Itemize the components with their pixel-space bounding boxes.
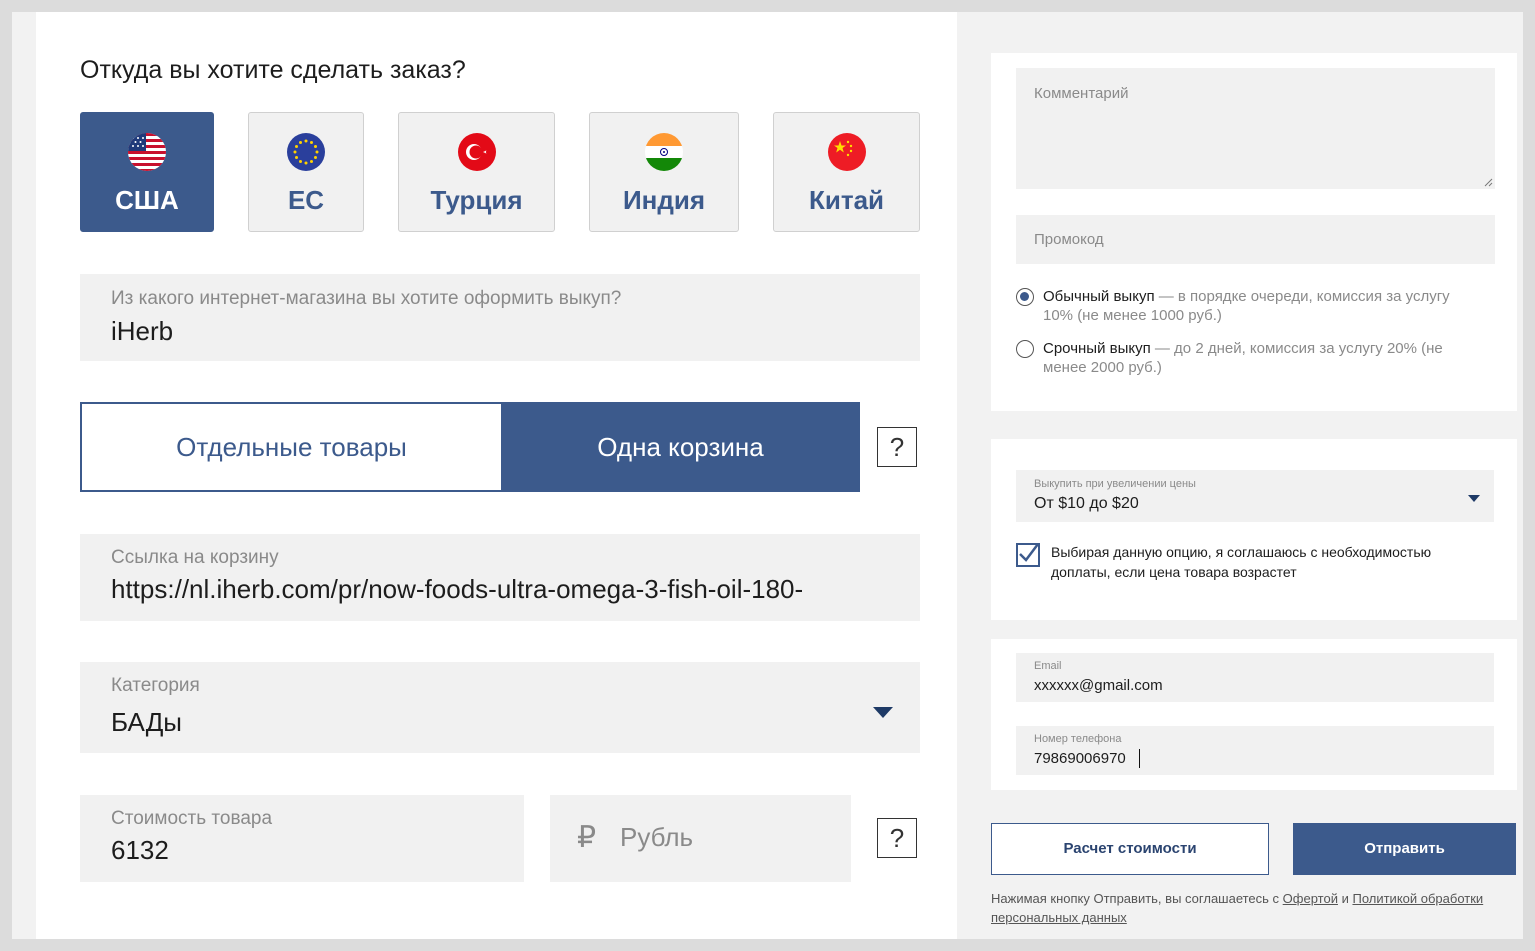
india-flag-icon [645,133,683,171]
category-label: Категория [111,675,200,696]
price-increase-value: От $10 до $20 [1034,495,1139,512]
legal-and: и [1337,891,1353,906]
legal-notice: Нажимая кнопку Отправить, вы соглашаетес… [991,889,1511,927]
separate-items-tab[interactable]: Отдельные товары [80,402,501,492]
comment-textarea[interactable]: Комментарий [1016,68,1495,189]
cart-link-field[interactable]: Ссылка на корзину https://nl.iherb.com/p… [80,534,920,621]
cart-link-value: https://nl.iherb.com/pr/now-foods-ultra-… [111,574,804,604]
country-usa-button[interactable]: США [80,112,214,232]
phone-field[interactable]: Номер телефона 79869006970 [1016,726,1494,775]
store-field-label: Из какого интернет-магазина вы хотите оф… [111,288,622,309]
agree-checkbox[interactable] [1016,543,1040,567]
currency-value: Рубль [620,822,694,852]
price-increase-select[interactable]: Выкупить при увеличении цены От $10 до $… [1016,470,1494,522]
country-china-button[interactable]: Китай [773,112,920,232]
email-value: xxxxxx@gmail.com [1034,677,1163,694]
price-increase-card [991,439,1517,620]
country-turkey-button[interactable]: Турция [398,112,555,232]
email-field[interactable]: Email xxxxxx@gmail.com [1016,653,1494,702]
eu-flag-icon [287,133,325,171]
store-field[interactable]: Из какого интернет-магазина вы хотите оф… [80,274,920,361]
country-label: Китай [808,185,885,215]
submit-button[interactable]: Отправить [1293,823,1516,875]
turkey-flag-icon [457,133,496,171]
agree-text: Выбирая данную опцию, я соглашаюсь с нео… [1051,544,1432,580]
price-increase-label: Выкупить при увеличении цены [1034,478,1196,490]
phone-label: Номер телефона [1034,733,1122,745]
comment-placeholder: Комментарий [1034,85,1129,102]
ruble-icon: ₽ [577,821,597,854]
country-label: ЕС [287,185,325,215]
phone-value: 79869006970 [1034,750,1126,767]
country-india-button[interactable]: Индия [589,112,739,232]
country-eu-button[interactable]: ЕС [248,112,364,232]
urgent-buyout-label[interactable]: Срочный выкуп — до 2 дней, комиссия за у… [1043,339,1483,377]
country-label: Турция [430,185,523,215]
price-help-button[interactable]: ? [877,818,917,858]
one-cart-tab[interactable]: Одна корзина [501,402,860,492]
store-field-value: iHerb [111,316,174,346]
standard-buyout-title: Обычный выкуп [1043,288,1155,305]
country-label: Индия [622,185,706,215]
urgent-buyout-radio[interactable] [1016,340,1034,358]
email-label: Email [1034,660,1062,672]
us-flag-icon [128,133,166,171]
country-label: США [115,185,179,215]
price-label: Стоимость товара [111,808,273,829]
category-select[interactable]: Категория БАДы [80,662,920,753]
price-value: 6132 [111,835,169,865]
offer-link[interactable]: Офертой [1283,891,1338,906]
legal-prefix: Нажимая кнопку Отправить, вы соглашаетес… [991,891,1283,906]
currency-select[interactable]: ₽ Рубль [550,795,851,882]
standard-buyout-label[interactable]: Обычный выкуп — в порядке очереди, комис… [1043,287,1483,325]
mode-help-button[interactable]: ? [877,427,917,467]
urgent-buyout-title: Срочный выкуп [1043,340,1151,357]
promo-input[interactable]: Промокод [1016,215,1495,264]
standard-buyout-radio[interactable] [1016,288,1034,306]
page-title: Откуда вы хотите сделать заказ? [80,56,466,84]
promo-placeholder: Промокод [1034,231,1104,248]
resize-handle-icon[interactable] [1484,178,1493,187]
china-flag-icon [827,133,866,171]
chevron-down-icon [873,707,893,718]
price-field[interactable]: Стоимость товара 6132 [80,795,524,882]
chevron-down-icon [1468,495,1480,502]
checkmark-icon [1019,543,1039,562]
text-cursor [1139,749,1140,768]
cart-link-label: Ссылка на корзину [111,547,279,568]
category-value: БАДы [111,707,182,737]
calculate-cost-button[interactable]: Расчет стоимости [991,823,1269,875]
